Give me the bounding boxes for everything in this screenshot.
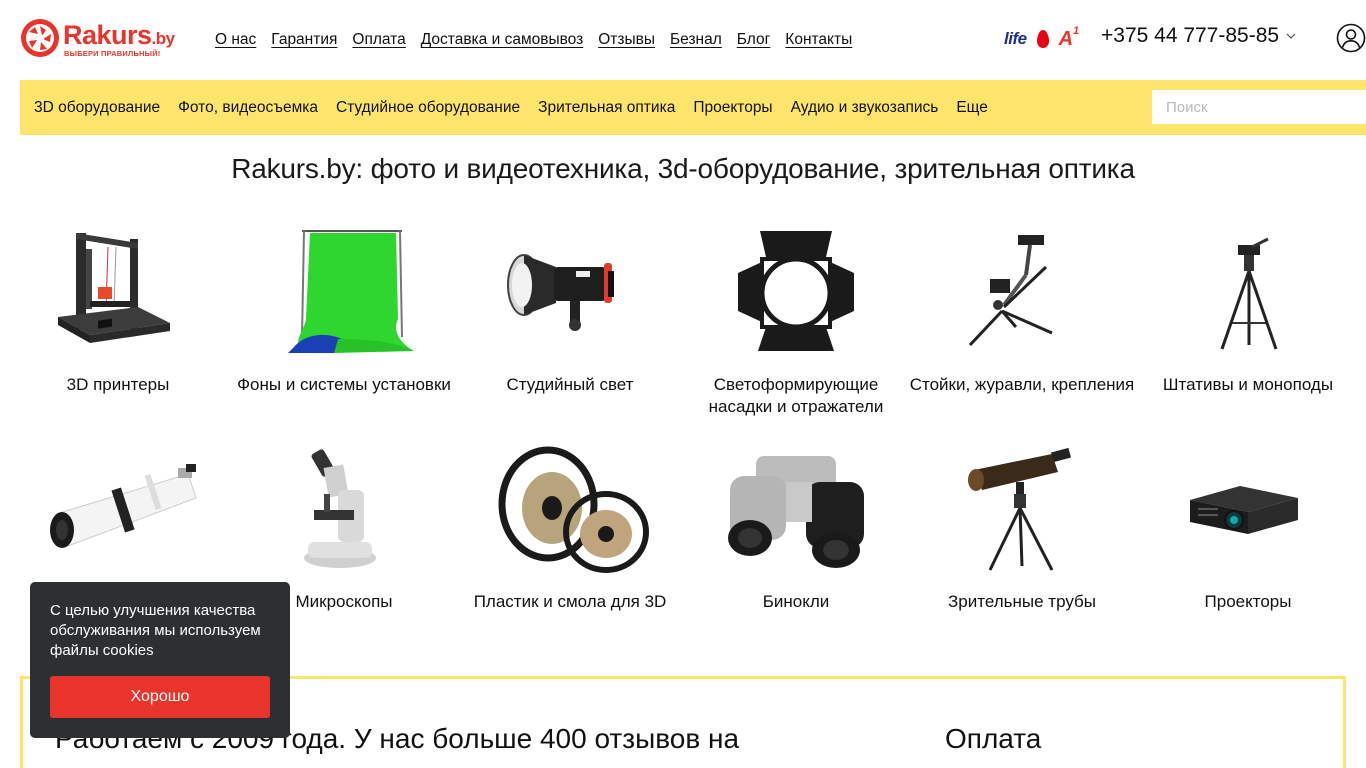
category-card-binoculars[interactable]: Бинокли: [683, 446, 909, 613]
nav-warranty[interactable]: Гарантия: [271, 31, 337, 49]
category-card-3d-printers[interactable]: 3D принтеры: [5, 227, 231, 396]
category-card-light-modifiers[interactable]: Светоформирующие насадки и отражатели: [683, 227, 909, 418]
phone-number: +375 44 777-85-85: [1101, 24, 1280, 47]
category-card-spotting-scopes[interactable]: Зрительные трубы: [909, 446, 1135, 613]
category-label: Зрительные трубы: [948, 592, 1096, 611]
chevron-down-icon: [1286, 33, 1296, 39]
category-card-studio-light[interactable]: Студийный свет: [457, 227, 683, 396]
spotting-scope-icon: [968, 447, 1071, 571]
tripod-icon: [1220, 237, 1278, 350]
category-card-backdrops[interactable]: Фоны и системы установки: [231, 227, 457, 396]
green-backdrop-icon: [288, 230, 414, 353]
nav-cashless[interactable]: Безнал: [670, 31, 722, 49]
logo-name: Rakurs: [63, 20, 152, 50]
nav-delivery[interactable]: Доставка и самовывоз: [421, 31, 583, 49]
category-audio[interactable]: Аудио и звукозапись: [791, 99, 939, 117]
category-more[interactable]: Еще: [956, 99, 988, 117]
category-label: Стойки, журавли, крепления: [909, 375, 1135, 394]
category-label: Бинокли: [762, 592, 830, 611]
top-navigation: О нас Гарантия Оплата Доставка и самовыв…: [215, 31, 867, 49]
site-logo[interactable]: Rakurs.by ВЫБЕРИ ПРАВИЛЬНЫЙ!: [20, 18, 190, 60]
3d-printer-icon: [58, 233, 170, 343]
magic-arm-stand-icon: [968, 235, 1053, 347]
category-bar: 3D оборудование Фото, видеосъемка Студий…: [20, 80, 1366, 135]
cookie-text: С целью улучшения качества обслуживания …: [50, 602, 261, 659]
category-label: Фоны и системы установки: [237, 375, 451, 394]
page-title: Rakurs.by: фото и видеотехника, 3d-обору…: [231, 153, 1135, 184]
filament-spools-icon: [498, 446, 649, 573]
projector-icon: [1190, 486, 1298, 534]
logo-suffix: .by: [151, 29, 176, 48]
category-label: Студийный свет: [506, 375, 634, 394]
site-header: Rakurs.by ВЫБЕРИ ПРАВИЛЬНЫЙ! О нас Гаран…: [0, 0, 1366, 80]
nav-reviews[interactable]: Отзывы: [598, 31, 655, 49]
aperture-logo-icon: [21, 19, 59, 57]
a1-operator-logo: A1: [1058, 24, 1080, 50]
category-card-stands[interactable]: Стойки, журавли, крепления: [909, 227, 1135, 396]
category-label: Пластик и смола для 3D: [473, 592, 667, 611]
nav-contacts[interactable]: Контакты: [785, 31, 852, 49]
cookie-accept-button[interactable]: Хорошо: [50, 676, 270, 718]
nav-about[interactable]: О нас: [215, 31, 256, 49]
user-account-icon[interactable]: [1336, 23, 1366, 53]
category-label: Светоформирующие насадки и отражатели: [708, 375, 884, 416]
cookie-popup: С целью улучшения качества обслуживания …: [30, 582, 290, 738]
category-card-telescopes[interactable]: [5, 446, 231, 591]
category-card-tripods[interactable]: Штативы и моноподы: [1135, 227, 1361, 396]
phone-dropdown[interactable]: +375 44 777-85-85: [1101, 24, 1296, 48]
nav-payment[interactable]: Оплата: [352, 31, 405, 49]
category-studio-equipment[interactable]: Студийное оборудование: [336, 99, 520, 117]
category-label: 3D принтеры: [66, 375, 170, 394]
search-input[interactable]: [1152, 90, 1366, 124]
payment-heading: Оплата: [945, 723, 1042, 754]
barn-doors-icon: [738, 231, 854, 351]
mobile-operators: life A1: [1004, 24, 1080, 51]
nav-blog[interactable]: Блог: [737, 31, 771, 49]
category-projectors[interactable]: Проекторы: [693, 99, 772, 117]
logo-slogan: ВЫБЕРИ ПРАВИЛЬНЫЙ!: [64, 49, 161, 58]
binoculars-icon: [728, 456, 864, 568]
category-label: Штативы и моноподы: [1162, 375, 1334, 394]
category-card-filament[interactable]: Пластик и смола для 3D: [457, 446, 683, 613]
studio-flash-icon: [507, 254, 614, 331]
microscope-icon: [304, 449, 376, 568]
category-label: Проекторы: [1204, 592, 1292, 611]
category-optics[interactable]: Зрительная оптика: [538, 99, 675, 117]
mts-egg-icon: [1036, 30, 1049, 48]
category-card-projectors[interactable]: Проекторы: [1135, 446, 1361, 613]
category-3d-equipment[interactable]: 3D оборудование: [34, 99, 160, 117]
telescope-icon: [50, 464, 197, 548]
category-photo-video[interactable]: Фото, видеосъемка: [178, 99, 318, 117]
life-operator-logo: life: [1004, 29, 1027, 48]
